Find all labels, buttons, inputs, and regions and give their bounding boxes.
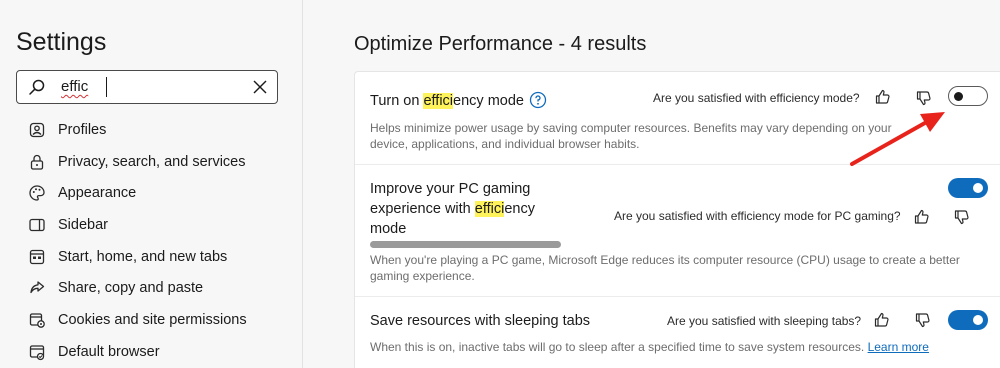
- sidebar-item-label: Start, home, and new tabs: [58, 248, 228, 265]
- sidebar-item-label: Cookies and site permissions: [58, 311, 247, 328]
- setting-title: Improve your PC gaming experience with e…: [370, 179, 550, 239]
- sidebar-item-label: Appearance: [58, 185, 137, 202]
- lock-icon: [30, 154, 44, 170]
- setting-description-text: When this is on, inactive tabs will go t…: [370, 340, 865, 354]
- setting-row-efficiency-mode: Turn on efficiency mode Are you satisfie…: [355, 72, 1000, 165]
- loading-bar: [370, 241, 561, 248]
- sidebar-item-privacy[interactable]: Privacy, search, and services: [0, 146, 300, 178]
- thumbs-up-icon[interactable]: [913, 208, 931, 226]
- search-box[interactable]: effic: [16, 70, 278, 104]
- thumbs-down-icon[interactable]: [915, 89, 933, 107]
- setting-title: Turn on efficiency mode: [370, 91, 524, 111]
- efficiency-mode-toggle[interactable]: [948, 86, 988, 106]
- sidebar-item-appearance[interactable]: Appearance: [0, 177, 300, 209]
- thumbs-down-icon[interactable]: [953, 208, 971, 226]
- home-tabs-icon: [29, 249, 45, 264]
- pc-gaming-toggle[interactable]: [948, 178, 988, 198]
- setting-description: When this is on, inactive tabs will go t…: [370, 339, 990, 355]
- sidebar-item-start-home[interactable]: Start, home, and new tabs: [0, 241, 300, 273]
- settings-sidebar: Settings effic Profiles Privacy, search,…: [0, 0, 303, 368]
- setting-description: When you're playing a PC game, Microsoft…: [370, 253, 960, 283]
- text-caret: [106, 77, 107, 97]
- feedback-question: Are you satisfied with efficiency mode f…: [614, 209, 901, 223]
- search-icon: [29, 79, 45, 95]
- learn-more-link[interactable]: Learn more: [868, 340, 929, 354]
- sidebar-item-label: Profiles: [58, 121, 107, 138]
- sidebar-item-profiles[interactable]: Profiles: [0, 114, 300, 146]
- settings-title: Settings: [16, 28, 107, 56]
- sidebar-item-sidebar[interactable]: Sidebar: [0, 209, 300, 241]
- setting-row-pc-gaming: Improve your PC gaming experience with e…: [355, 165, 1000, 297]
- close-icon[interactable]: [251, 78, 269, 96]
- results-card: Turn on efficiency mode Are you satisfie…: [354, 71, 1000, 368]
- setting-title-text: Turn on: [370, 93, 424, 109]
- sidebar-item-label: Share, copy and paste: [58, 280, 204, 297]
- thumbs-up-icon[interactable]: [873, 311, 891, 329]
- sidebar-item-cookies[interactable]: Cookies and site permissions: [0, 304, 300, 336]
- toggle-knob: [973, 183, 983, 193]
- settings-nav: Profiles Privacy, search, and services A…: [0, 114, 300, 368]
- search-input[interactable]: effic: [61, 78, 88, 95]
- sidebar-item-default-browser[interactable]: Default browser: [0, 336, 300, 368]
- feedback-question: Are you satisfied with efficiency mode?: [653, 91, 860, 105]
- feedback-question: Are you satisfied with sleeping tabs?: [667, 314, 862, 328]
- toggle-knob: [954, 91, 963, 101]
- profile-icon: [29, 122, 45, 137]
- sidebar-item-share-copy[interactable]: Share, copy and paste: [0, 272, 300, 304]
- search-highlight: effici: [423, 93, 454, 109]
- help-icon[interactable]: [529, 91, 547, 109]
- sidebar-item-label: Privacy, search, and services: [58, 153, 246, 170]
- toggle-knob: [973, 315, 983, 325]
- share-icon: [30, 281, 45, 294]
- browser-icon: [29, 345, 45, 360]
- search-highlight: effici: [474, 201, 505, 217]
- setting-title: Save resources with sleeping tabs: [370, 313, 591, 329]
- cookies-icon: [29, 313, 45, 328]
- thumbs-up-icon[interactable]: [874, 88, 892, 106]
- sidebar-item-label: Default browser: [58, 343, 160, 360]
- sidebar-icon: [29, 218, 45, 232]
- palette-icon: [29, 185, 45, 201]
- sidebar-item-label: Sidebar: [58, 216, 108, 233]
- setting-description: Helps minimize power usage by saving com…: [370, 121, 892, 151]
- page-title: Optimize Performance - 4 results: [354, 33, 647, 55]
- sleeping-tabs-toggle[interactable]: [948, 310, 988, 330]
- thumbs-down-icon[interactable]: [914, 311, 932, 329]
- settings-main: Optimize Performance - 4 results Turn on…: [304, 0, 1000, 368]
- setting-title-text: ency mode: [453, 93, 524, 109]
- setting-row-sleeping-tabs: Save resources with sleeping tabs Are yo…: [355, 297, 1000, 368]
